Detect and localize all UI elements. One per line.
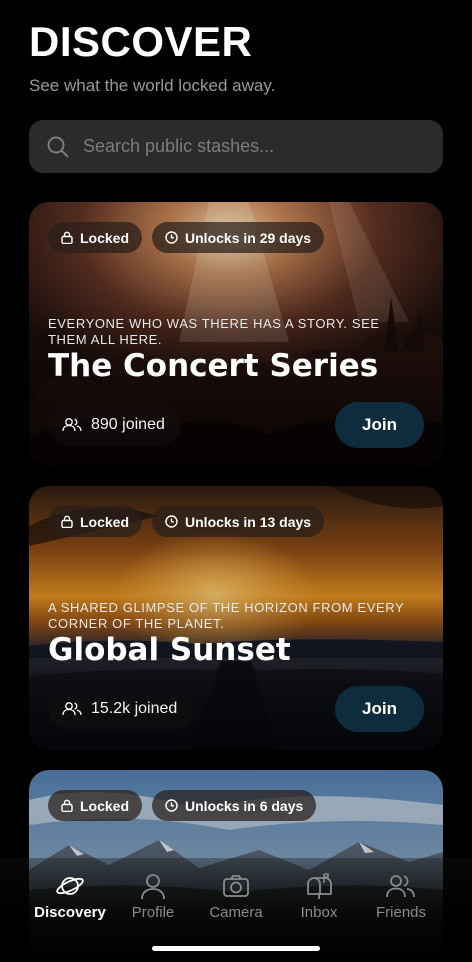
camera-icon: [223, 875, 249, 897]
search-bar[interactable]: [29, 120, 443, 173]
unlock-badge: Unlocks in 29 days: [152, 222, 325, 253]
tab-camera[interactable]: Camera: [196, 872, 276, 921]
locked-label: Locked: [80, 229, 130, 246]
stash-card[interactable]: Locked Unlocks in 13 days A SHARED GLIMP…: [29, 486, 443, 750]
card-tagline: A SHARED GLIMPSE OF THE HORIZON FROM EVE…: [48, 600, 405, 631]
locked-badge: Locked: [48, 506, 143, 537]
search-input[interactable]: [83, 136, 403, 157]
tab-inbox[interactable]: Inbox: [279, 872, 359, 921]
card-title: Global Sunset: [48, 632, 291, 668]
tab-profile[interactable]: Profile: [113, 872, 193, 921]
tab-label: Discovery: [34, 904, 106, 921]
clock-icon: [165, 799, 178, 812]
planet-icon: [56, 877, 84, 895]
search-icon: [47, 136, 69, 157]
unlock-badge: Unlocks in 13 days: [152, 506, 325, 537]
unlock-badge: Unlocks in 6 days: [152, 790, 317, 821]
unlock-label: Unlocks in 29 days: [185, 229, 312, 246]
page-title: DISCOVER: [29, 18, 253, 65]
tab-label: Profile: [131, 904, 175, 921]
people-icon: [62, 702, 82, 716]
lock-icon: [61, 515, 73, 528]
stash-card[interactable]: Locked Unlocks in 29 days EVERYONE WHO W…: [29, 202, 443, 466]
tab-discovery[interactable]: Discovery: [30, 872, 110, 921]
tab-label: Friends: [375, 904, 427, 921]
locked-badge: Locked: [48, 790, 143, 821]
join-button[interactable]: Join: [335, 402, 424, 448]
friends-icon: [386, 875, 415, 898]
page-subtitle: See what the world locked away.: [29, 76, 276, 95]
person-icon: [141, 874, 165, 900]
locked-badge: Locked: [48, 222, 143, 253]
card-title: The Concert Series: [48, 348, 379, 384]
mailbox-icon: [307, 873, 332, 899]
people-icon: [62, 418, 82, 432]
clock-icon: [165, 515, 178, 528]
lock-icon: [61, 231, 73, 244]
joined-count: 15.2k joined: [48, 689, 194, 729]
locked-label: Locked: [80, 797, 130, 814]
tab-label: Camera: [209, 904, 263, 921]
tab-friends[interactable]: Friends: [361, 872, 441, 921]
clock-icon: [165, 231, 178, 244]
unlock-label: Unlocks in 6 days: [185, 797, 304, 814]
tab-label: Inbox: [300, 904, 338, 921]
card-tagline: EVERYONE WHO WAS THERE HAS A STORY. SEE …: [48, 316, 380, 347]
card-chips: Locked Unlocks in 6 days: [48, 790, 317, 821]
lock-icon: [61, 799, 73, 812]
locked-label: Locked: [80, 513, 130, 530]
joined-label: 890 joined: [91, 416, 165, 433]
page-header: DISCOVER See what the world locked away.: [29, 18, 275, 96]
card-chips: Locked Unlocks in 29 days: [48, 222, 325, 253]
joined-label: 15.2k joined: [91, 700, 178, 717]
card-chips: Locked Unlocks in 13 days: [48, 506, 325, 537]
home-indicator: [152, 946, 320, 951]
unlock-label: Unlocks in 13 days: [185, 513, 312, 530]
join-button[interactable]: Join: [335, 686, 424, 732]
joined-count: 890 joined: [48, 405, 181, 445]
